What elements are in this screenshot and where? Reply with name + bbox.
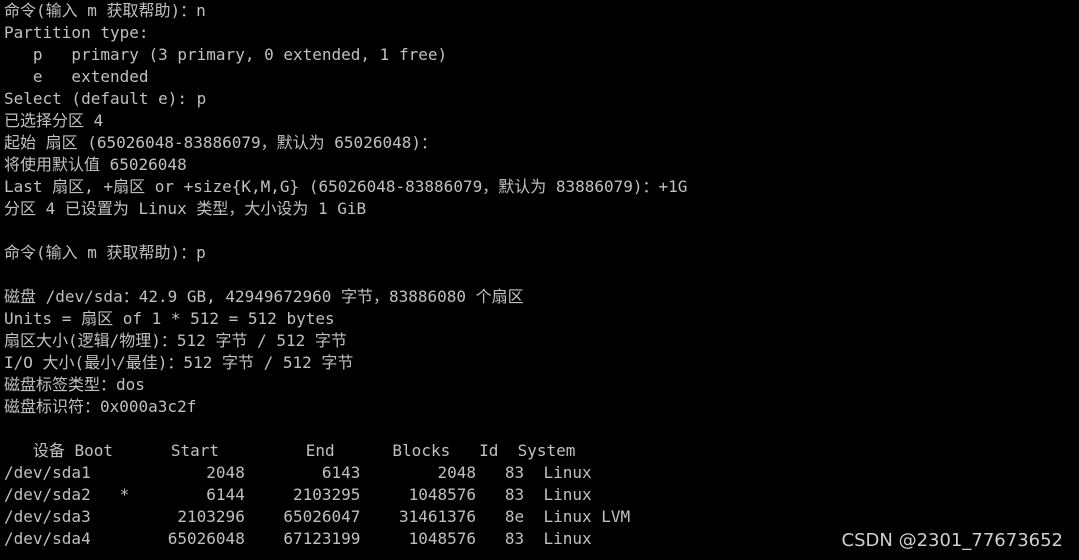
partition-table-row: /dev/sda2 * 6144 2103295 1048576 83 Linu… [4, 485, 592, 504]
terminal-line: 磁盘标签类型：dos [4, 375, 145, 394]
partition-table-row: /dev/sda3 2103296 65026047 31461376 8e L… [4, 507, 631, 526]
terminal-line: 命令(输入 m 获取帮助)：n [4, 1, 206, 20]
terminal-line: Last 扇区, +扇区 or +size{K,M,G} (65026048-8… [4, 177, 688, 196]
terminal-line: Select (default e): p [4, 89, 207, 108]
partition-table-header: 设备 Boot Start End Blocks Id System [4, 441, 576, 460]
terminal-window[interactable]: 命令(输入 m 获取帮助)：n Partition type: p primar… [0, 0, 1079, 560]
terminal-line: 分区 4 已设置为 Linux 类型，大小设为 1 GiB [4, 199, 367, 218]
terminal-line: 已选择分区 4 [4, 111, 104, 130]
terminal-line: p primary (3 primary, 0 extended, 1 free… [4, 45, 448, 64]
terminal-line: 起始 扇区 (65026048-83886079，默认为 65026048)： [4, 133, 437, 152]
terminal-line: 磁盘 /dev/sda：42.9 GB, 42949672960 字节，8388… [4, 287, 524, 306]
terminal-line: e extended [4, 67, 149, 86]
terminal-line: 磁盘标识符：0x000a3c2f [4, 397, 197, 416]
terminal-line: 命令(输入 m 获取帮助)：p [4, 243, 206, 262]
terminal-line: Units = 扇区 of 1 * 512 = 512 bytes [4, 309, 335, 328]
terminal-line: Partition type: [4, 23, 149, 42]
terminal-line: I/O 大小(最小/最佳)：512 字节 / 512 字节 [4, 353, 354, 372]
watermark-text: CSDN @2301_77673652 [841, 530, 1063, 551]
terminal-line: 扇区大小(逻辑/物理)：512 字节 / 512 字节 [4, 331, 347, 350]
partition-table-row: /dev/sda1 2048 6143 2048 83 Linux [4, 463, 592, 482]
terminal-line: 将使用默认值 65026048 [4, 155, 187, 174]
